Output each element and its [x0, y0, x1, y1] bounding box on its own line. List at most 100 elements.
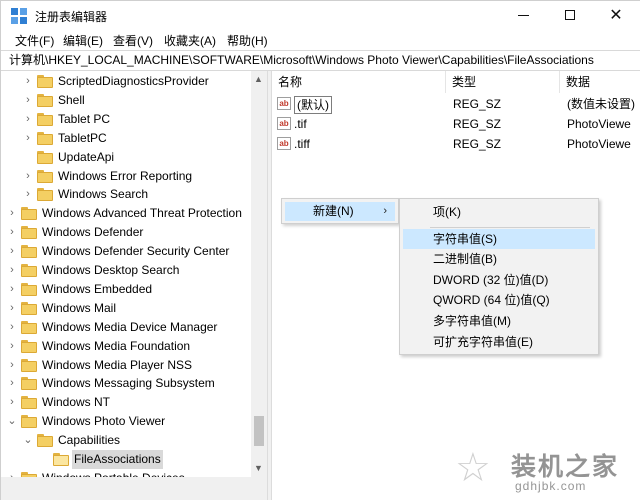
chevron-right-icon[interactable]: ›: [7, 223, 17, 242]
string-value-icon: ab: [277, 97, 291, 110]
tree-item-label: Windows Error Reporting: [58, 168, 193, 183]
menu-help[interactable]: 帮助(H): [227, 32, 268, 49]
chevron-down-icon[interactable]: ⌄: [7, 412, 17, 431]
tree-item[interactable]: › Windows Media Device Manager: [1, 318, 251, 337]
value-type: REG_SZ: [453, 117, 502, 131]
tree-item[interactable]: › Windows Advanced Threat Protection: [1, 204, 251, 223]
submenu-item[interactable]: DWORD (32 位)值(D): [403, 270, 595, 290]
registry-editor-window: 注册表编辑器 ✕ 文件(F) 编辑(E) 查看(V) 收藏夹(A) 帮助(H) …: [0, 0, 640, 500]
tree-item-label: Tablet PC: [58, 111, 111, 126]
value-data: PhotoViewe: [567, 117, 631, 131]
submenu-item[interactable]: 项(K): [403, 202, 595, 222]
tree-item[interactable]: › Windows NT: [1, 393, 251, 412]
submenu-item[interactable]: 可扩充字符串值(E): [403, 332, 595, 352]
submenu-item[interactable]: 二进制值(B): [403, 249, 595, 269]
tree-item[interactable]: › Shell: [1, 91, 251, 110]
value-name: .tif: [294, 117, 307, 131]
menu-item-new[interactable]: 新建(N) ›: [285, 202, 395, 221]
minimize-icon: [518, 15, 529, 16]
maximize-icon: [565, 10, 575, 20]
submenu-item[interactable]: QWORD (64 位)值(Q): [403, 290, 595, 310]
tree-horizontal-scrollbar[interactable]: [1, 477, 267, 500]
submenu-arrow-icon: ›: [383, 205, 387, 217]
tree-item[interactable]: › Windows Error Reporting: [1, 167, 251, 186]
close-button[interactable]: ✕: [593, 1, 639, 30]
tree-item[interactable]: › Windows Defender Security Center: [1, 242, 251, 261]
folder-icon: [21, 301, 37, 315]
chevron-right-icon[interactable]: ›: [7, 299, 17, 318]
value-row[interactable]: ab .tiff REG_SZ PhotoViewe: [272, 134, 640, 154]
chevron-right-icon[interactable]: ›: [7, 280, 17, 299]
tree-item[interactable]: › ScriptedDiagnosticsProvider: [1, 72, 251, 91]
folder-icon: [37, 75, 53, 88]
value-data: PhotoViewe: [567, 137, 631, 151]
folder-icon: [37, 188, 53, 202]
value-data: (数值未设置): [567, 97, 635, 111]
chevron-right-icon[interactable]: ›: [7, 318, 17, 337]
tree-item[interactable]: › Tablet PC: [1, 110, 251, 129]
tree-item[interactable]: FileAssociations: [1, 450, 251, 469]
folder-icon: [21, 415, 37, 429]
menu-file[interactable]: 文件(F): [15, 32, 54, 49]
chevron-right-icon[interactable]: ›: [7, 242, 17, 261]
tree-item[interactable]: UpdateApi: [1, 148, 251, 167]
submenu-item[interactable]: 字符串值(S): [403, 229, 595, 249]
tree-item[interactable]: › Windows Media Foundation: [1, 337, 251, 356]
tree-item[interactable]: ⌄ Capabilities: [1, 431, 251, 450]
chevron-right-icon[interactable]: ›: [23, 167, 33, 186]
chevron-right-icon[interactable]: ›: [23, 91, 33, 110]
chevron-right-icon[interactable]: ›: [23, 72, 33, 91]
tree-item-label: Windows Search: [58, 187, 149, 202]
chevron-right-icon[interactable]: ›: [7, 469, 17, 477]
tree-item-label: Windows Mail: [42, 300, 117, 315]
menu-edit[interactable]: 编辑(E): [63, 32, 103, 49]
menu-view[interactable]: 查看(V): [113, 32, 153, 49]
chevron-right-icon[interactable]: ›: [23, 110, 33, 129]
column-header-data[interactable]: 数据: [560, 71, 640, 93]
tree-item[interactable]: › Windows Portable Devices: [1, 469, 251, 477]
tree-item[interactable]: › Windows Media Player NSS: [1, 356, 251, 375]
column-header-name[interactable]: 名称: [272, 71, 446, 93]
chevron-right-icon[interactable]: ›: [7, 393, 17, 412]
column-header-type[interactable]: 类型: [446, 71, 560, 93]
tree-item-label: TabletPC: [58, 130, 107, 145]
close-icon: ✕: [609, 7, 623, 24]
scroll-up-icon[interactable]: ▲: [254, 74, 263, 84]
chevron-right-icon[interactable]: ›: [23, 129, 33, 148]
tree-item[interactable]: › Windows Mail: [1, 299, 251, 318]
menu-favorites[interactable]: 收藏夹(A): [164, 32, 216, 49]
value-row[interactable]: ab .tif REG_SZ PhotoViewe: [272, 114, 640, 134]
chevron-down-icon[interactable]: ⌄: [23, 431, 33, 450]
menu-item-new-label: 新建(N): [313, 204, 354, 218]
tree-vertical-scrollbar[interactable]: ▲ ▼: [251, 71, 267, 477]
tree-item-label: ScriptedDiagnosticsProvider: [58, 74, 209, 88]
chevron-right-icon[interactable]: ›: [7, 356, 17, 375]
tree-item[interactable]: › Windows Embedded: [1, 280, 251, 299]
chevron-right-icon[interactable]: ›: [7, 374, 17, 393]
tree-item[interactable]: ⌄ Windows Photo Viewer: [1, 412, 251, 431]
tree-item-label: Windows Embedded: [42, 281, 153, 296]
window-title: 注册表编辑器: [35, 10, 108, 24]
tree-item[interactable]: › Windows Search: [1, 185, 251, 204]
chevron-right-icon[interactable]: ›: [7, 261, 17, 280]
value-row[interactable]: ab (默认) REG_SZ (数值未设置): [272, 94, 640, 114]
chevron-right-icon[interactable]: ›: [7, 337, 17, 356]
tree-item-label: FileAssociations: [72, 450, 163, 469]
tree-item[interactable]: › Windows Defender: [1, 223, 251, 242]
scroll-down-icon[interactable]: ▼: [254, 463, 263, 473]
address-bar[interactable]: 计算机\HKEY_LOCAL_MACHINE\SOFTWARE\Microsof…: [1, 50, 640, 71]
minimize-button[interactable]: [501, 1, 547, 30]
tree-item[interactable]: › TabletPC: [1, 129, 251, 148]
folder-icon: [37, 112, 53, 126]
tree-item[interactable]: › Windows Messaging Subsystem: [1, 374, 251, 393]
tree-item[interactable]: › Windows Desktop Search: [1, 261, 251, 280]
string-value-icon: ab: [277, 137, 291, 150]
folder-icon: [21, 320, 37, 334]
scrollbar-thumb[interactable]: [254, 416, 264, 446]
submenu-item[interactable]: 多字符串值(M): [403, 311, 595, 331]
chevron-right-icon[interactable]: ›: [7, 204, 17, 223]
maximize-button[interactable]: [547, 1, 593, 30]
key-tree: › ScriptedDiagnosticsProvider › Shell › Table…: [1, 71, 267, 477]
chevron-right-icon[interactable]: ›: [23, 185, 33, 204]
folder-icon: [21, 245, 37, 259]
